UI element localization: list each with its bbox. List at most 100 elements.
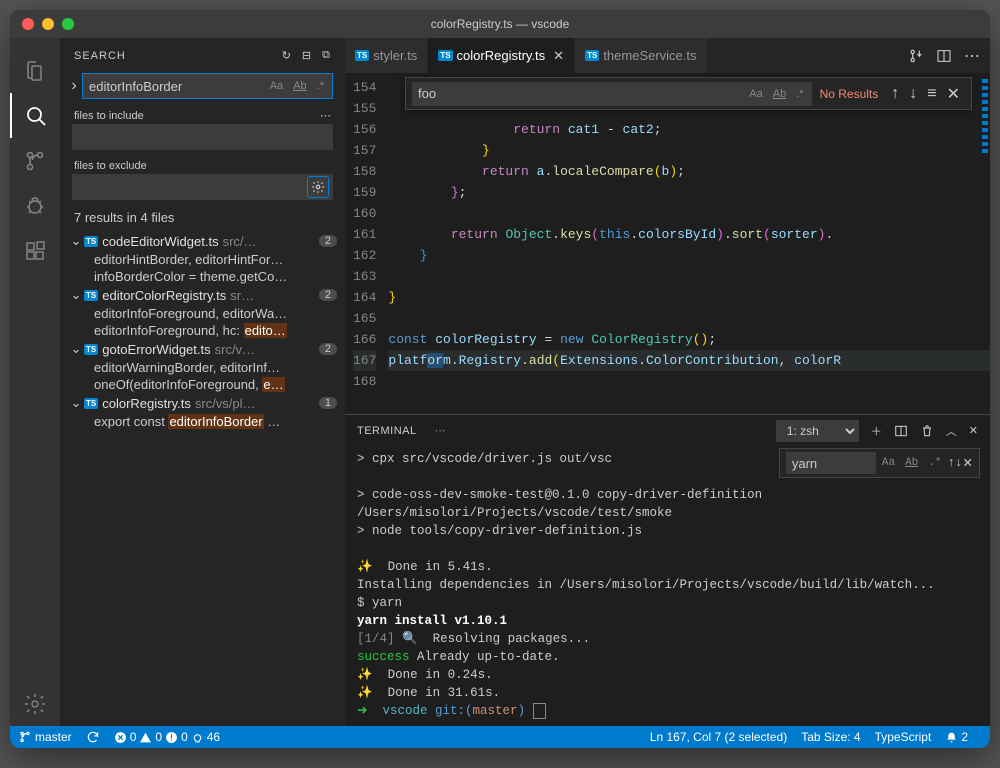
- compare-changes-icon[interactable]: [908, 48, 924, 64]
- tab-close-icon[interactable]: ✕: [553, 48, 564, 64]
- search-result-line[interactable]: editorWarningBorder, editorInf…: [60, 359, 345, 376]
- tab-label: colorRegistry.ts: [457, 48, 546, 63]
- titlebar: colorRegistry.ts — vscode: [10, 10, 990, 38]
- close-window-button[interactable]: [22, 18, 34, 30]
- tab-label: styler.ts: [373, 48, 417, 63]
- terminal-line: > node tools/copy-driver-definition.js: [357, 522, 978, 540]
- find-regex-icon[interactable]: .*: [794, 88, 805, 100]
- find-close-icon[interactable]: ✕: [947, 84, 960, 104]
- find-whole-word-icon[interactable]: Ab: [771, 88, 788, 100]
- find-in-selection-icon[interactable]: ≡: [927, 85, 936, 103]
- status-selection[interactable]: Ln 167, Col 7 (2 selected): [650, 730, 787, 744]
- clear-search-icon[interactable]: ⊟: [302, 49, 312, 62]
- match-case-icon[interactable]: Aa: [268, 80, 285, 92]
- terminal-kill-icon[interactable]: [920, 424, 934, 438]
- minimize-window-button[interactable]: [42, 18, 54, 30]
- ts-file-icon: TS: [585, 50, 599, 61]
- search-input[interactable]: [89, 79, 268, 94]
- result-path: src/…: [223, 234, 319, 249]
- search-result-file[interactable]: ⌄TSgotoErrorWidget.tssrc/v…2: [60, 339, 345, 359]
- search-result-line[interactable]: editorInfoForeground, hc: edito…: [60, 322, 345, 339]
- ts-file-icon: TS: [84, 344, 98, 355]
- tab-colorRegistry-ts[interactable]: TScolorRegistry.ts✕: [428, 38, 575, 73]
- code-content[interactable]: return cat1 - cat2; } return a.localeCom…: [388, 73, 990, 396]
- search-result-line[interactable]: editorHintBorder, editorHintFor…: [60, 251, 345, 268]
- tab-themeService-ts[interactable]: TS themeService.ts: [575, 38, 707, 73]
- result-path: src/v…: [215, 342, 319, 357]
- line-number-gutter: 1541551561571581591601611621631641651661…: [345, 73, 388, 396]
- status-indent[interactable]: Tab Size: 4: [801, 730, 860, 744]
- term-find-close-icon[interactable]: ✕: [963, 455, 973, 471]
- editor-area[interactable]: Aa Ab .* No Results ↑ ↓ ≡ ✕ 154155156157…: [345, 73, 990, 414]
- terminal-selector[interactable]: 1: zsh: [776, 420, 859, 442]
- term-find-next-icon[interactable]: ↓: [955, 456, 963, 470]
- scm-icon[interactable]: [10, 138, 60, 183]
- settings-gear-icon[interactable]: [10, 681, 60, 726]
- search-result-line[interactable]: editorInfoForeground, editorWa…: [60, 305, 345, 322]
- search-view-icon[interactable]: [10, 93, 60, 138]
- terminal-body[interactable]: Aa Ab .* ↑ ↓ ✕ > cpx src/vscode/driver.j…: [345, 446, 990, 726]
- use-regex-icon[interactable]: .*: [315, 80, 326, 92]
- terminal-tab-label[interactable]: TERMINAL: [357, 425, 417, 437]
- status-sync[interactable]: [86, 730, 100, 744]
- search-result-line[interactable]: oneOf(editorInfoForeground, e…: [60, 376, 345, 393]
- find-input-box[interactable]: Aa Ab .*: [412, 82, 812, 106]
- search-result-line[interactable]: infoBorderColor = theme.getCo…: [60, 268, 345, 285]
- search-input-box[interactable]: Aa Ab .*: [82, 73, 333, 99]
- terminal-split-icon[interactable]: [894, 424, 908, 438]
- minimap-overview[interactable]: [982, 79, 988, 156]
- term-find-regex-icon[interactable]: .*: [926, 457, 943, 469]
- terminal-find-input[interactable]: [786, 452, 876, 474]
- search-input-row: › Aa Ab .*: [60, 73, 345, 103]
- toggle-replace-icon[interactable]: ›: [66, 77, 82, 95]
- search-result-file[interactable]: ⌄TScodeEditorWidget.tssrc/…2: [60, 231, 345, 251]
- term-find-word-icon[interactable]: Ab: [903, 457, 920, 469]
- chevron-down-icon[interactable]: ⌄: [68, 233, 84, 249]
- result-count-badge: 1: [319, 397, 337, 409]
- refresh-icon[interactable]: ↻: [282, 49, 292, 62]
- explorer-icon[interactable]: [10, 48, 60, 93]
- files-to-include-label: files to include ⋯: [60, 103, 345, 124]
- debug-icon[interactable]: [10, 183, 60, 228]
- search-result-line[interactable]: export const editorInfoBorder …: [60, 413, 345, 430]
- more-actions-icon[interactable]: ⋯: [964, 46, 980, 66]
- extensions-icon[interactable]: [10, 228, 60, 273]
- status-notifications[interactable]: 2: [945, 730, 968, 744]
- use-exclude-settings-icon[interactable]: [307, 176, 329, 198]
- result-filename: codeEditorWidget.ts: [102, 234, 218, 249]
- terminal-more-icon[interactable]: ⋯: [435, 424, 447, 437]
- files-to-include-input[interactable]: [72, 124, 333, 150]
- find-match-case-icon[interactable]: Aa: [747, 88, 764, 100]
- fullscreen-window-button[interactable]: [62, 18, 74, 30]
- term-find-prev-icon[interactable]: ↑: [947, 456, 955, 470]
- editor-find-widget: Aa Ab .* No Results ↑ ↓ ≡ ✕: [405, 77, 972, 110]
- tabs-bar: TSstyler.ts TS colorRegistry.ts ✕ TS themeSer…: [345, 38, 990, 73]
- search-details-toggle-icon[interactable]: ⋯: [320, 109, 331, 122]
- find-prev-icon[interactable]: ↑: [891, 85, 899, 103]
- chevron-down-icon[interactable]: ⌄: [68, 395, 84, 411]
- split-editor-icon[interactable]: [936, 48, 952, 64]
- tab-styler-ts[interactable]: TSstyler.ts: [345, 38, 428, 73]
- chevron-down-icon[interactable]: ⌄: [68, 287, 84, 303]
- terminal-close-icon[interactable]: ✕: [969, 424, 978, 437]
- find-next-icon[interactable]: ↓: [909, 85, 917, 103]
- find-input[interactable]: [418, 86, 747, 101]
- tab-label: themeService.ts: [603, 48, 696, 63]
- search-results-list: ⌄TScodeEditorWidget.tssrc/…2editorHintBo…: [60, 231, 345, 430]
- term-find-case-icon[interactable]: Aa: [880, 457, 897, 469]
- search-result-file[interactable]: ⌄TScolorRegistry.tssrc/vs/pl…1: [60, 393, 345, 413]
- code-editor[interactable]: 1541551561571581591601611621631641651661…: [345, 73, 990, 396]
- collapse-all-icon[interactable]: ⧉: [322, 49, 331, 62]
- status-language[interactable]: TypeScript: [875, 730, 932, 744]
- search-result-file[interactable]: ⌄TSeditorColorRegistry.tssr…2: [60, 285, 345, 305]
- terminal-line: success Already up-to-date.: [357, 648, 978, 666]
- result-filename: colorRegistry.ts: [102, 396, 191, 411]
- result-count-badge: 2: [319, 343, 337, 355]
- status-problems[interactable]: 0 0 0 46: [114, 730, 220, 744]
- match-whole-word-icon[interactable]: Ab: [291, 80, 308, 92]
- chevron-down-icon[interactable]: ⌄: [68, 341, 84, 357]
- files-to-exclude-input[interactable]: [72, 174, 333, 200]
- terminal-new-icon[interactable]: ＋: [871, 423, 882, 439]
- terminal-maximize-icon[interactable]: ︿: [946, 423, 957, 439]
- status-branch[interactable]: master: [18, 730, 72, 744]
